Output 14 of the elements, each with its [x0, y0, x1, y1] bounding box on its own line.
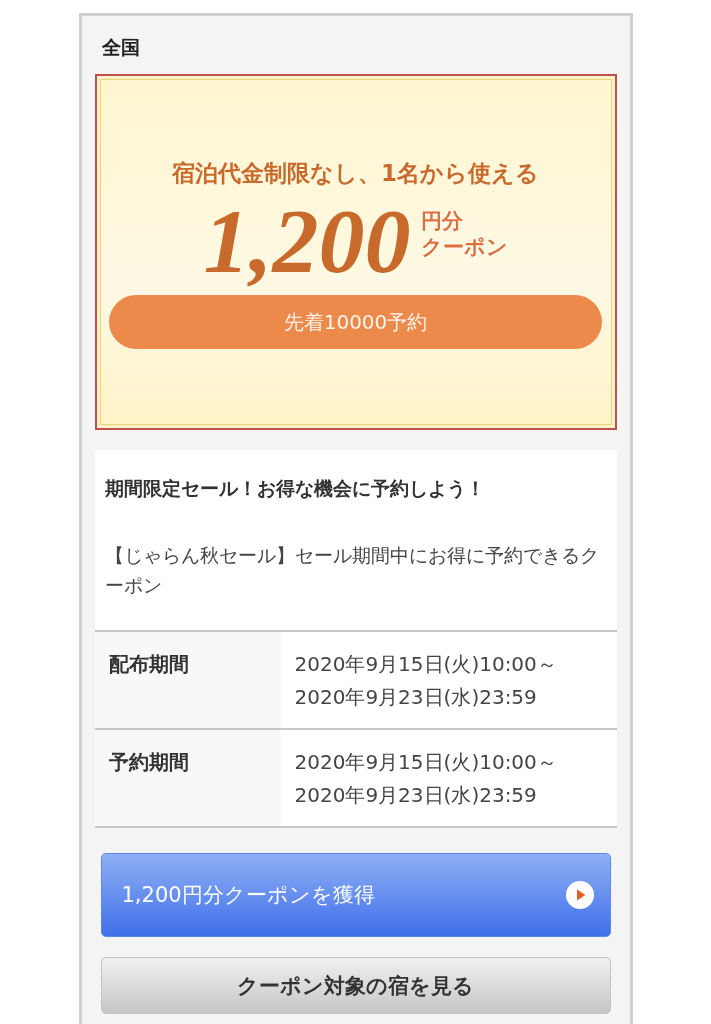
coupon-unit: クーポン	[420, 234, 508, 260]
view-hotels-button[interactable]: クーポン対象の宿を見る	[100, 957, 611, 1014]
period-label: 配布期間	[94, 631, 281, 729]
promo-description: 【じゃらん秋セール】セール期間中にお得に予約できるクーポン	[104, 543, 600, 598]
region-heading: 全国	[100, 35, 141, 60]
period-value: 2020年9月15日(火)10:00～ 2020年9月23日(水)23:59	[280, 631, 617, 729]
play-icon	[565, 881, 594, 909]
period-label: 予約期間	[94, 729, 281, 827]
period-value: 2020年9月15日(火)10:00～ 2020年9月23日(水)23:59	[280, 729, 617, 827]
coupon-unit: 円分	[420, 208, 464, 234]
banner-headline: 宿泊代金制限なし、1名から使える	[172, 159, 539, 188]
coupon-amount: 1,200	[203, 191, 411, 291]
promo-title: 期間限定セール！お得な機会に予約しよう！	[104, 476, 486, 501]
limit-badge: 先着10000予約	[109, 295, 602, 349]
